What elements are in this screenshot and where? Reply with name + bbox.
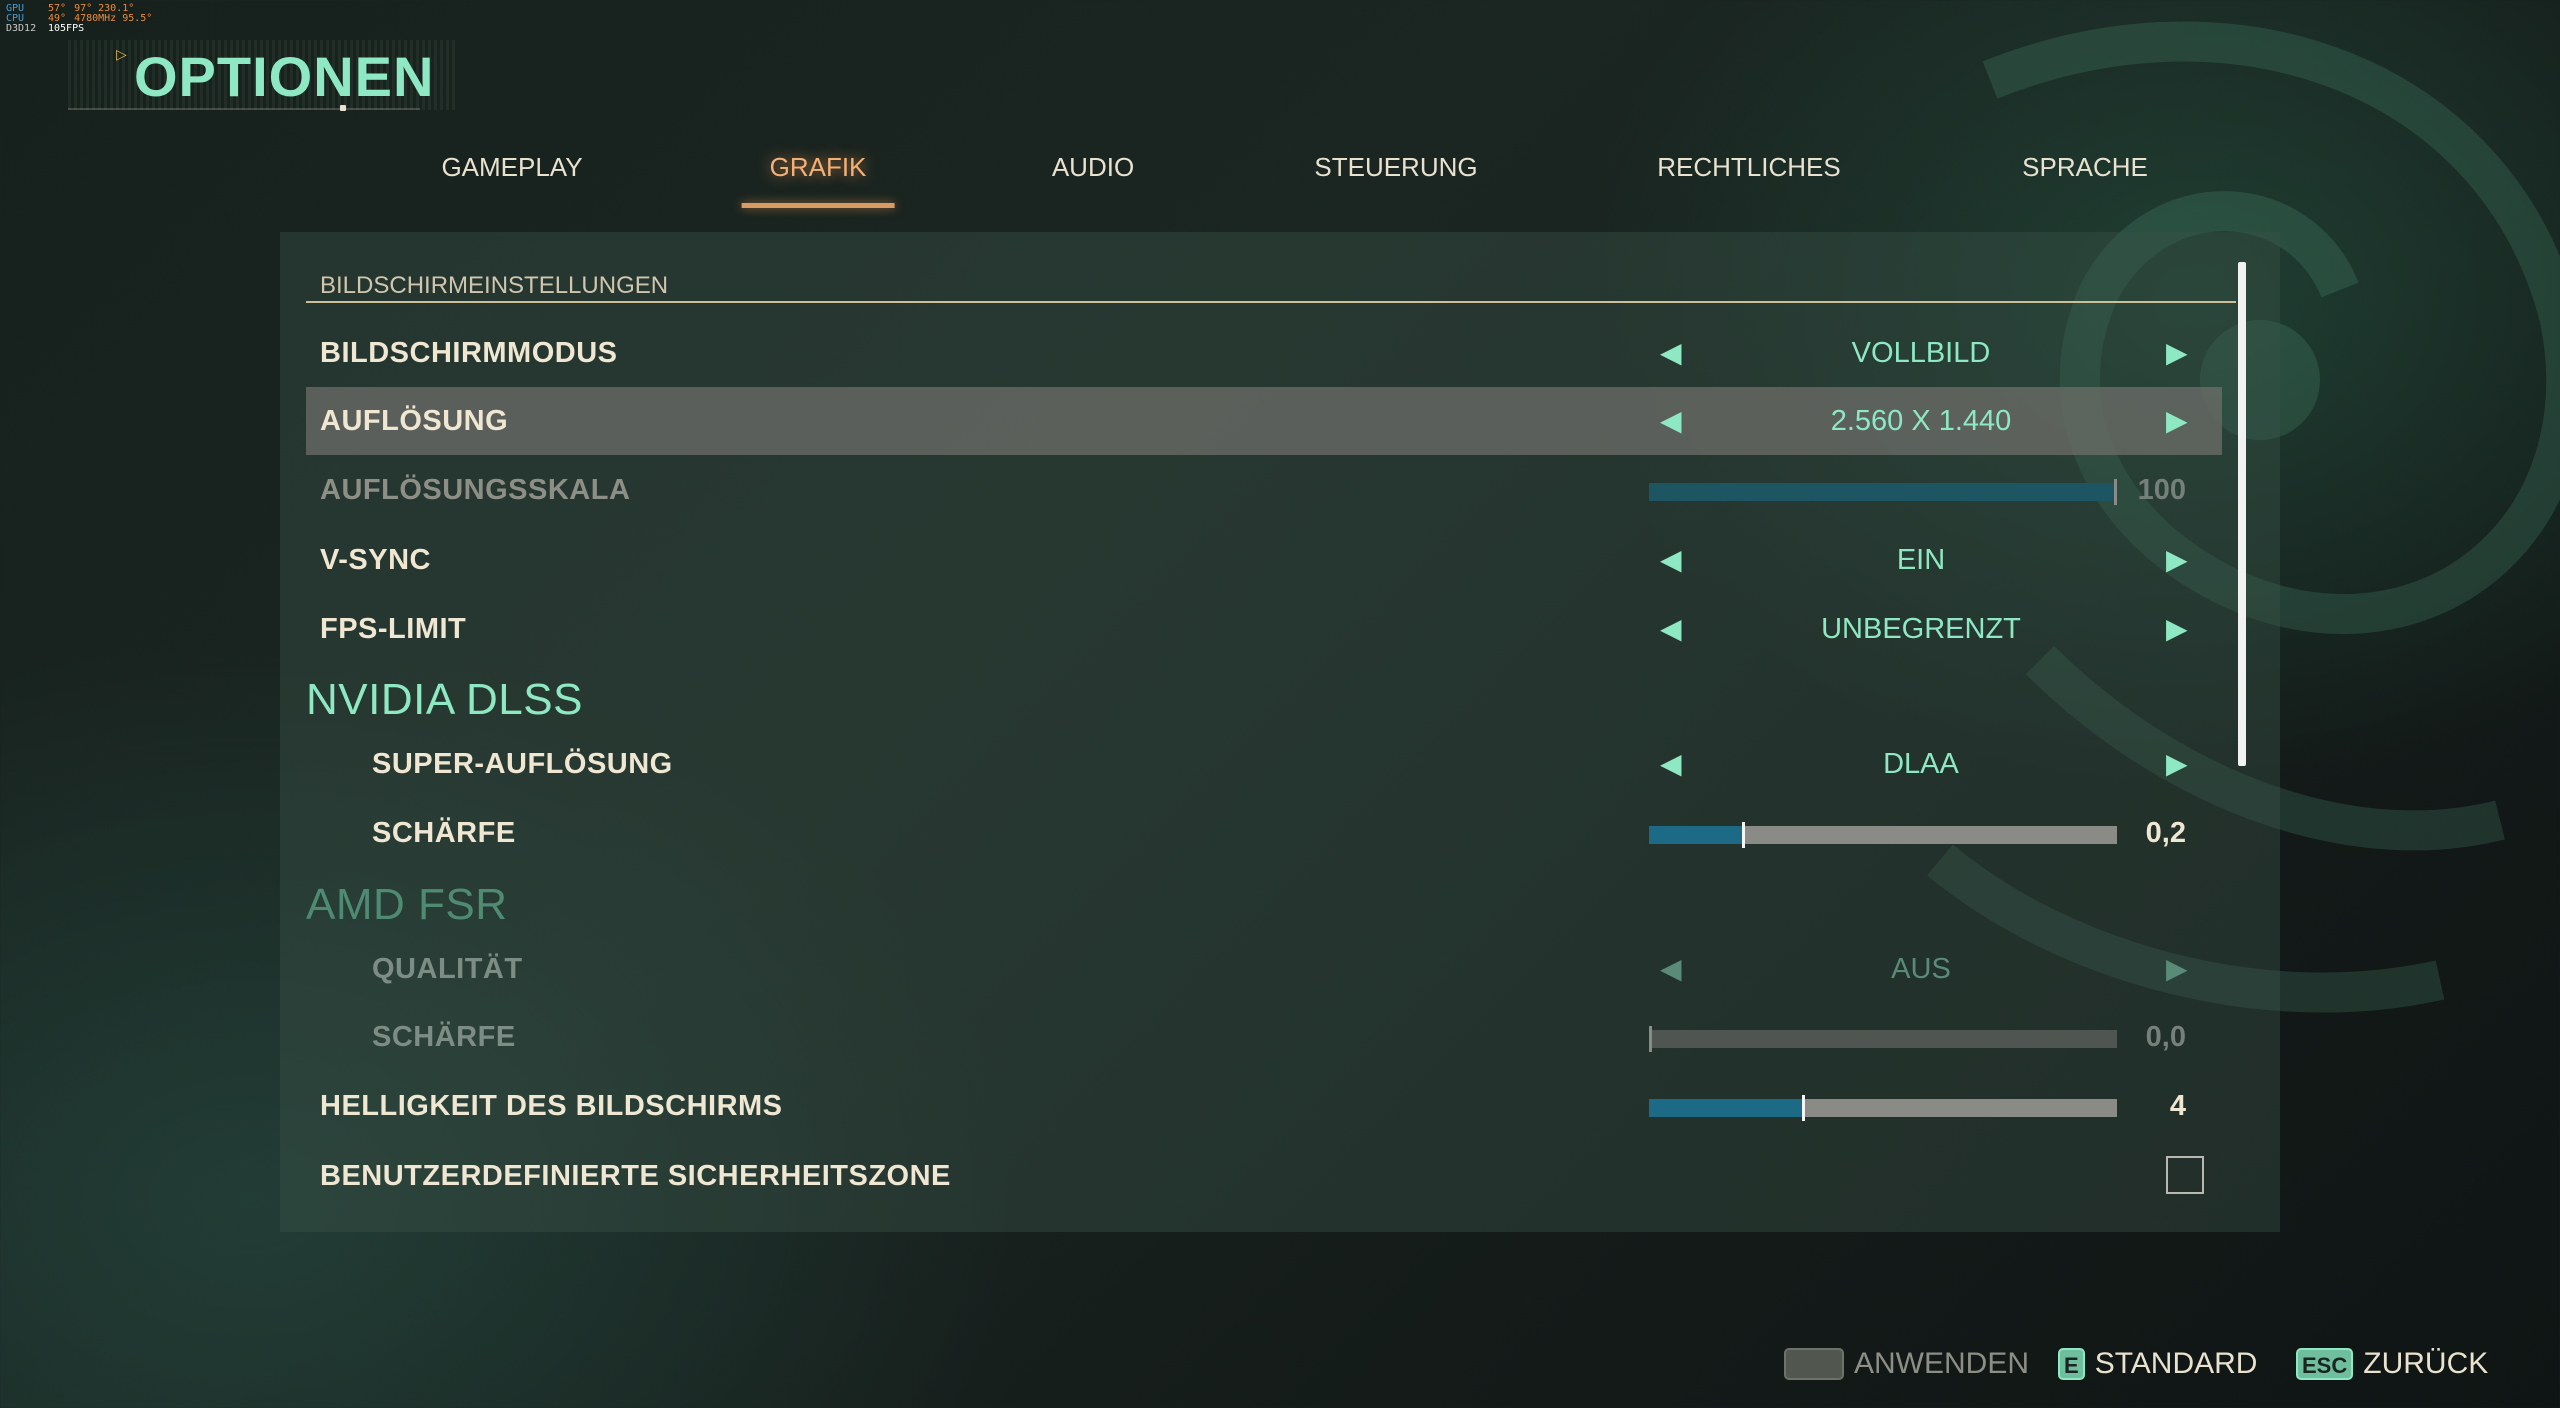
group-heading-fsr: AMD FSR: [306, 880, 508, 929]
setting-display-mode[interactable]: BILDSCHIRMMODUS ◀ VOLLBILD ▶: [306, 319, 2222, 387]
setting-value: 2.560 X 1.440: [1830, 405, 2012, 437]
setting-dlss-super-resolution[interactable]: SUPER-AUFLÖSUNG ◀ DLAA ▶: [306, 730, 2222, 798]
arrow-right-icon[interactable]: ▶: [2166, 319, 2188, 387]
safe-zone-checkbox[interactable]: [2166, 1156, 2204, 1194]
setting-value: UNBEGRENZT: [1821, 613, 2021, 645]
setting-safe-zone[interactable]: BENUTZERDEFINIERTE SICHERHEITSZONE: [306, 1142, 2222, 1210]
setting-label: QUALITÄT: [372, 953, 523, 985]
page-title: OPTIONEN: [134, 45, 435, 108]
setting-fsr-sharpness[interactable]: SCHÄRFE 0,0: [306, 1003, 2222, 1071]
tab-audio[interactable]: AUDIO: [1052, 148, 1134, 212]
tab-label: AUDIO: [1051, 152, 1135, 182]
tab-grafik[interactable]: GRAFIK: [741, 148, 895, 212]
tab-steuerung[interactable]: STEUERUNG: [1314, 148, 1477, 212]
arrow-right-icon[interactable]: ▶: [2166, 935, 2188, 1003]
slider-thumb[interactable]: [1741, 822, 1745, 848]
slider-thumb[interactable]: [1649, 1026, 1652, 1052]
tab-label: GAMEPLAY: [441, 152, 583, 182]
setting-label: FPS-LIMIT: [320, 613, 467, 645]
tab-gameplay[interactable]: GAMEPLAY: [441, 148, 582, 212]
hud-row-fps: D3D12 105FPS: [6, 24, 152, 34]
tab-label: STEUERUNG: [1314, 152, 1478, 182]
setting-value: AUS: [1891, 953, 1951, 985]
slider-thumb[interactable]: [1802, 1095, 1806, 1121]
tab-label: GRAFIK: [769, 152, 867, 182]
slider-value: 0,2: [2145, 817, 2186, 849]
arrow-left-icon[interactable]: ◀: [1660, 730, 1682, 798]
brightness-slider[interactable]: [1649, 1095, 2117, 1121]
dlss-sharpness-slider[interactable]: [1649, 822, 2117, 848]
arrow-right-icon[interactable]: ▶: [2166, 730, 2188, 798]
group-heading-dlss: NVIDIA DLSS: [306, 675, 583, 724]
arrow-right-icon[interactable]: ▶: [2166, 387, 2188, 455]
slider-fill: [1649, 826, 1743, 844]
default-label: STANDARD: [2094, 1347, 2258, 1380]
tab-label: RECHTLICHES: [1657, 152, 1841, 182]
scrollbar[interactable]: [2238, 262, 2246, 766]
setting-value: EIN: [1896, 544, 1946, 576]
setting-value: DLAA: [1883, 748, 1959, 780]
setting-label: BILDSCHIRMMODUS: [320, 337, 618, 369]
setting-label: BENUTZERDEFINIERTE SICHERHEITSZONE: [320, 1160, 951, 1192]
play-icon: ▷: [116, 46, 127, 62]
hud-label: D3D12: [6, 23, 37, 34]
default-button[interactable]: E STANDARD: [2058, 1340, 2257, 1388]
slider-fill: [1649, 483, 2117, 501]
tab-sprache[interactable]: SPRACHE: [2022, 148, 2148, 212]
setting-label: SUPER-AUFLÖSUNG: [372, 748, 673, 780]
setting-label: SCHÄRFE: [372, 1021, 516, 1053]
hud-value: 105FPS: [48, 23, 85, 34]
setting-resolution[interactable]: AUFLÖSUNG ◀ 2.560 X 1.440 ▶: [306, 387, 2222, 455]
tab-rechtliches[interactable]: RECHTLICHES: [1657, 148, 1840, 212]
slider-value: 100: [2137, 474, 2186, 506]
setting-label: HELLIGKEIT DES BILDSCHIRMS: [320, 1090, 783, 1122]
setting-value: VOLLBILD: [1851, 337, 1991, 369]
e-key-icon: E: [2058, 1348, 2085, 1380]
apply-label: ANWENDEN: [1854, 1347, 2030, 1380]
section-divider: [306, 301, 2236, 303]
fsr-sharpness-slider[interactable]: [1649, 1026, 2117, 1052]
resolution-scale-slider[interactable]: [1649, 479, 2117, 505]
arrow-left-icon[interactable]: ◀: [1660, 319, 1682, 387]
page-title-block: ▷ OPTIONEN: [68, 36, 458, 116]
tab-underline: [741, 203, 895, 208]
setting-label: AUFLÖSUNG: [320, 405, 509, 437]
setting-label: SCHÄRFE: [372, 817, 516, 849]
tab-label: SPRACHE: [2022, 152, 2148, 182]
apply-button[interactable]: ANWENDEN: [1784, 1340, 2029, 1388]
setting-brightness[interactable]: HELLIGKEIT DES BILDSCHIRMS 4: [306, 1072, 2222, 1140]
setting-fsr-quality[interactable]: QUALITÄT ◀ AUS ▶: [306, 935, 2222, 1003]
tab-bar: GAMEPLAY GRAFIK AUDIO STEUERUNG RECHTLIC…: [0, 148, 2560, 208]
hud-value: 4780MHz 95.5°: [74, 13, 153, 24]
section-title: BILDSCHIRMEINSTELLUNGEN: [320, 272, 669, 299]
setting-fps-limit[interactable]: FPS-LIMIT ◀ UNBEGRENZT ▶: [306, 595, 2222, 663]
space-key-icon: [1784, 1348, 1844, 1380]
slider-fill: [1649, 1099, 1804, 1117]
slider-value: 0,0: [2145, 1021, 2186, 1053]
back-label: ZURÜCK: [2363, 1347, 2489, 1380]
setting-vsync[interactable]: V-SYNC ◀ EIN ▶: [306, 526, 2222, 594]
arrow-left-icon[interactable]: ◀: [1660, 595, 1682, 663]
slider-value: 4: [2169, 1090, 2186, 1122]
setting-label: V-SYNC: [320, 544, 431, 576]
back-button[interactable]: ESC ZURÜCK: [2296, 1340, 2488, 1388]
arrow-left-icon[interactable]: ◀: [1660, 935, 1682, 1003]
setting-label: AUFLÖSUNGSSKALA: [320, 474, 631, 506]
performance-overlay: GPU 57° 97° 230.1° CPU 49° 4780MHz 95.5°…: [6, 4, 152, 34]
arrow-left-icon[interactable]: ◀: [1660, 526, 1682, 594]
setting-resolution-scale[interactable]: AUFLÖSUNGSSKALA 100: [306, 456, 2222, 524]
arrow-right-icon[interactable]: ▶: [2166, 595, 2188, 663]
esc-key-icon: ESC: [2296, 1348, 2354, 1380]
arrow-right-icon[interactable]: ▶: [2166, 526, 2188, 594]
arrow-left-icon[interactable]: ◀: [1660, 387, 1682, 455]
setting-dlss-sharpness[interactable]: SCHÄRFE 0,2: [306, 799, 2222, 867]
